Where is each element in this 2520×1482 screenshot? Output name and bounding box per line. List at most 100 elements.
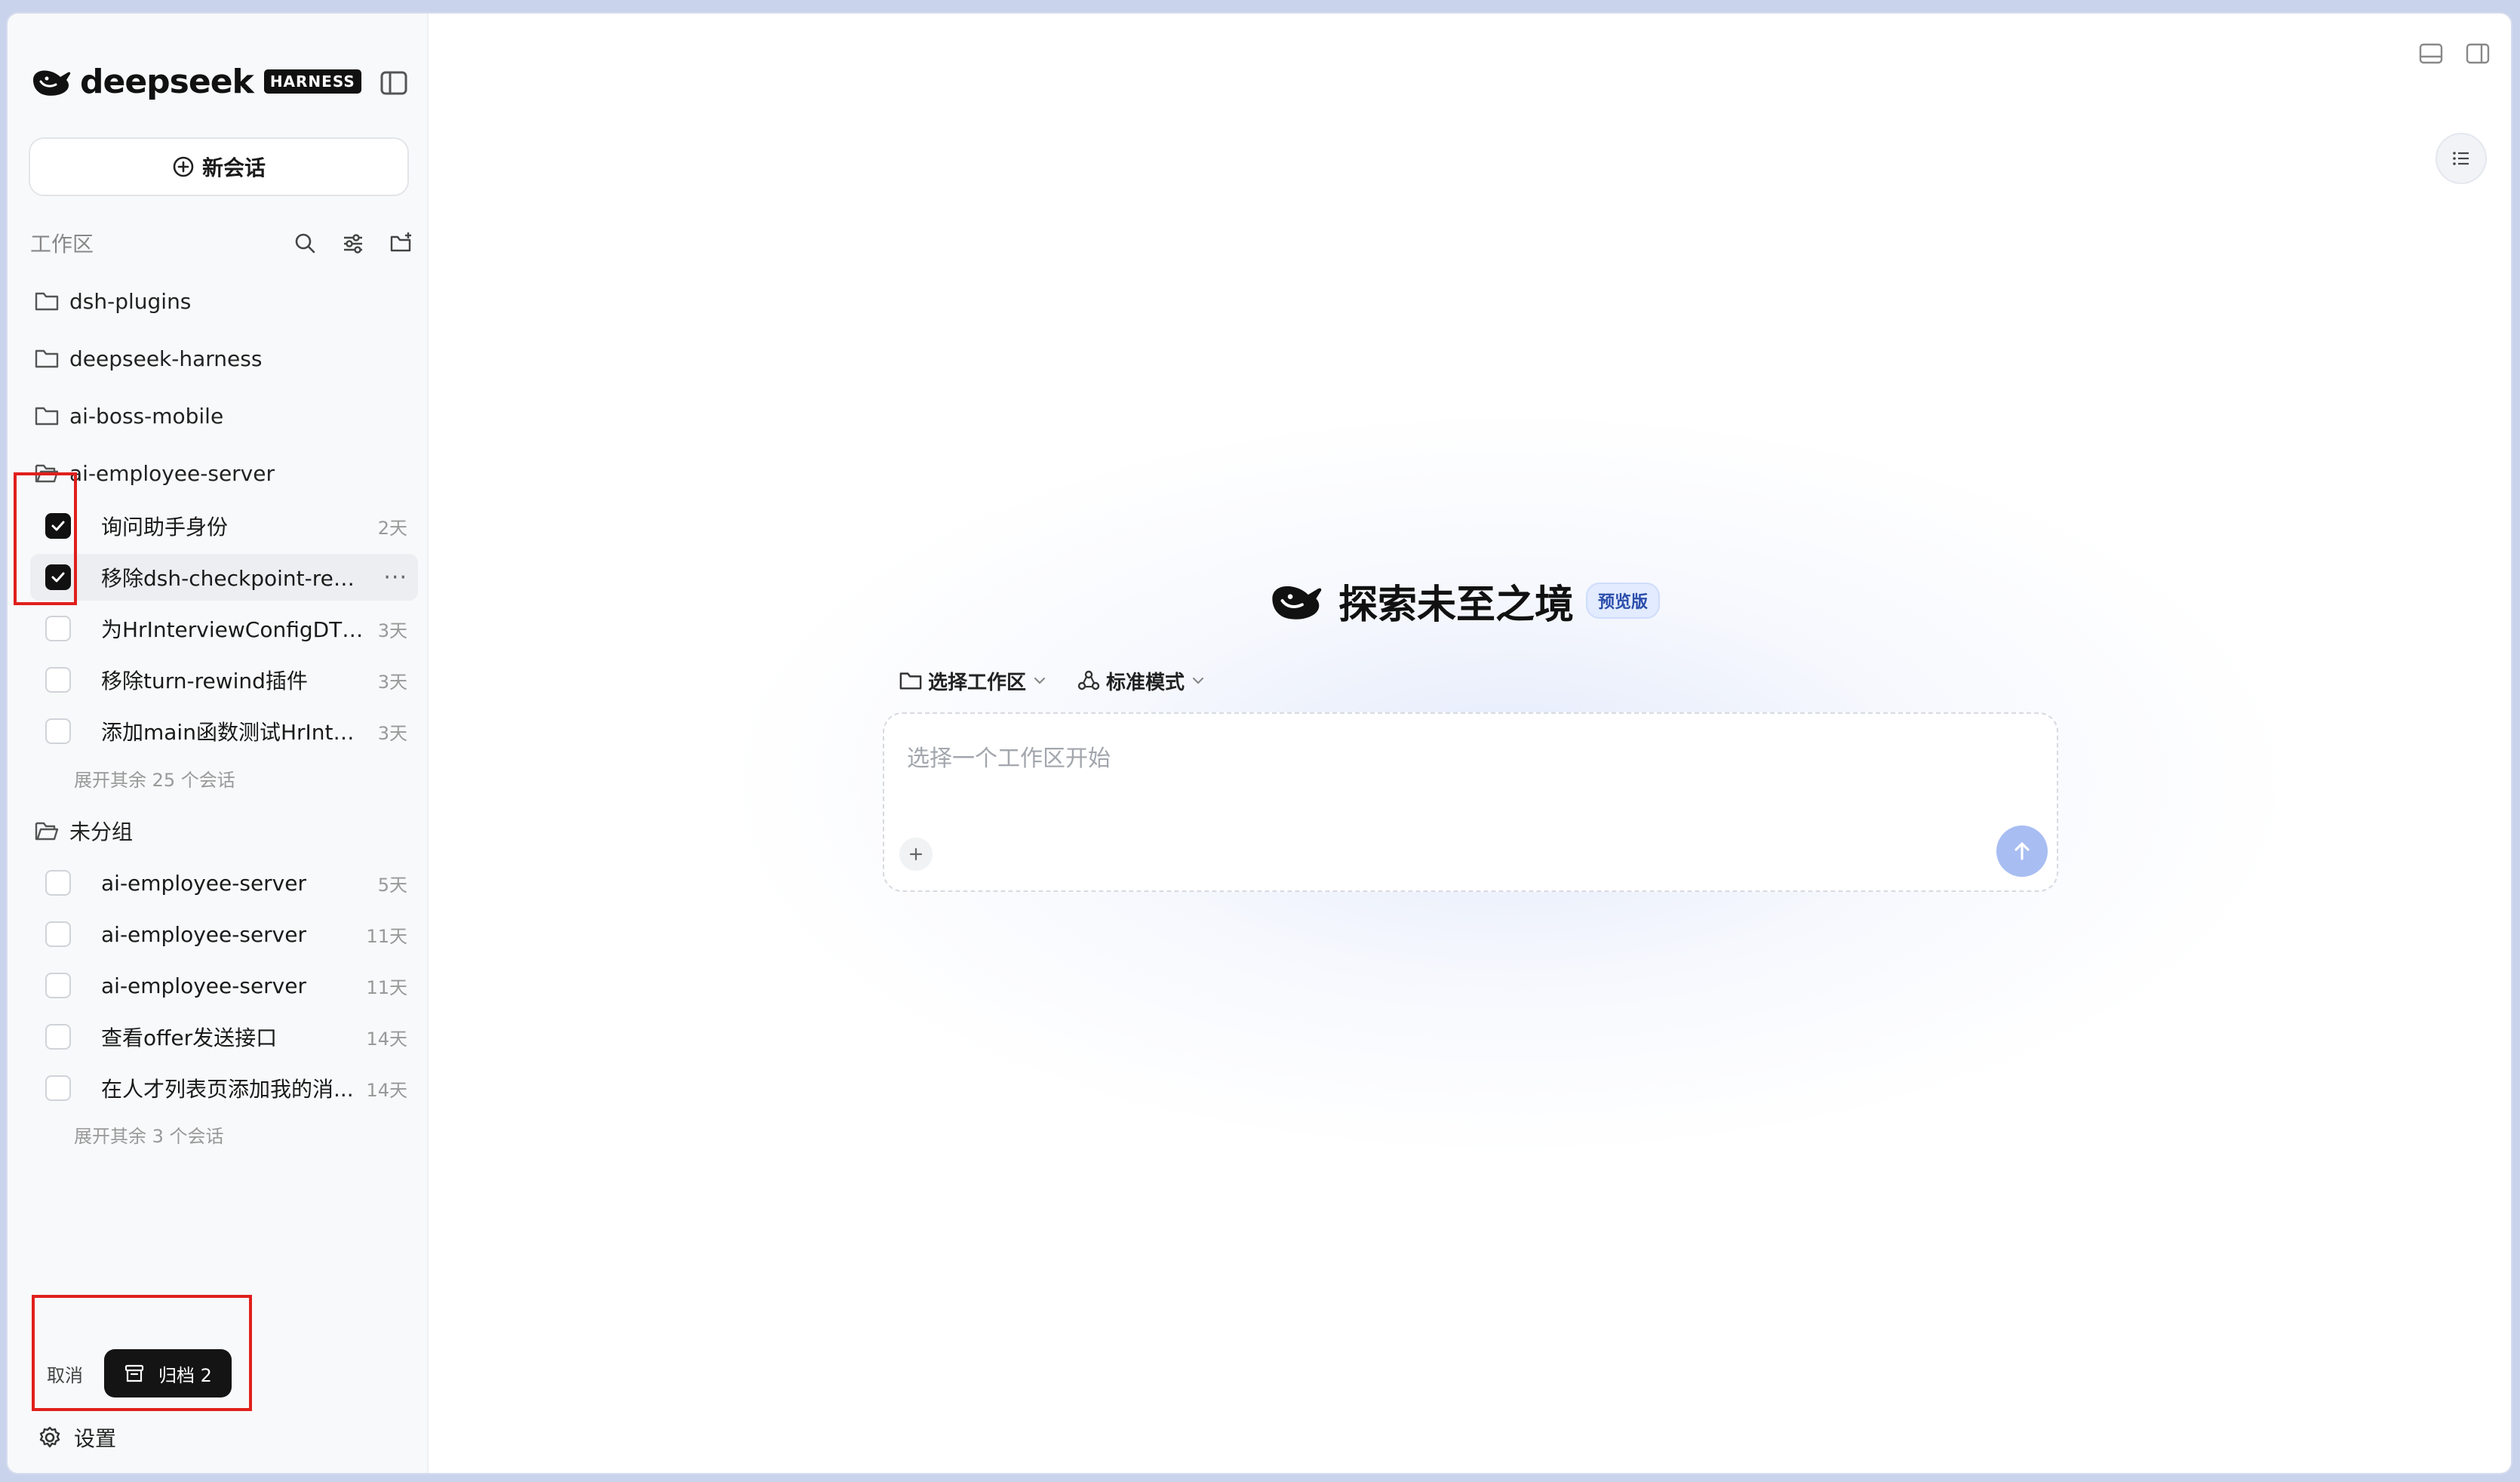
expand-more-link[interactable]: 展开其余 25 个会话: [74, 765, 235, 792]
conversation-title: 在人才列表页添加我的消...: [101, 1077, 354, 1102]
archive-icon: [124, 1364, 144, 1382]
conversation-checkbox[interactable]: [45, 616, 71, 641]
folder-icon: [35, 349, 59, 368]
conversation-checkbox[interactable]: [45, 1024, 71, 1050]
archive-label: 归档 2: [158, 1364, 212, 1386]
conversation-title: 移除turn-rewind插件: [101, 669, 308, 693]
conversation-age: 5天: [377, 874, 407, 896]
chevron-down-icon: [1034, 677, 1046, 684]
arrow-up-icon: [2014, 842, 2030, 860]
selection-action-bar: 取消 归档 2: [47, 1349, 232, 1397]
preview-badge: 预览版: [1586, 583, 1661, 619]
folder-ungrouped[interactable]: 未分组: [35, 812, 133, 850]
conversation-title: 询问助手身份: [101, 515, 229, 540]
attach-button[interactable]: [899, 838, 933, 871]
conversation-item[interactable]: 询问助手身份 2天: [30, 503, 418, 549]
conversation-title: 添加main函数测试HrInter...: [101, 720, 365, 745]
folder-icon: [35, 292, 59, 311]
folder-name: ai-employee-server: [69, 460, 275, 486]
composer-selectors: 选择工作区 标准模式: [899, 664, 1236, 697]
new-chat-label: 新会话: [201, 155, 266, 180]
plus-icon: [909, 847, 923, 861]
conversation-title: ai-employee-server: [101, 870, 306, 896]
conversation-item[interactable]: 为HrInterviewConfigDTO... 3天: [30, 605, 418, 652]
conversation-item[interactable]: 添加main函数测试HrInter... 3天: [30, 708, 418, 755]
conversation-checkbox[interactable]: [45, 870, 71, 896]
more-options-button[interactable]: ···: [383, 564, 407, 591]
conversation-title: ai-employee-server: [101, 973, 306, 998]
message-composer[interactable]: 选择一个工作区开始: [883, 712, 2058, 892]
folder-open-icon: [35, 822, 59, 841]
mode-selector[interactable]: 标准模式: [1077, 667, 1206, 695]
panel-right-icon[interactable]: [2466, 42, 2490, 65]
filter-icon: [344, 234, 362, 254]
search-icon: [295, 233, 315, 254]
settings-button[interactable]: 设置: [38, 1422, 116, 1453]
conversation-age: 3天: [377, 671, 407, 693]
expand-more-link[interactable]: 展开其余 3 个会话: [74, 1121, 224, 1148]
conversation-item[interactable]: 移除dsh-checkpoint-rewi... ···: [30, 554, 418, 601]
workspace-header: 工作区: [30, 226, 415, 260]
conversation-item[interactable]: ai-employee-server 11天: [30, 911, 418, 958]
conversation-item[interactable]: 移除turn-rewind插件 3天: [30, 656, 418, 703]
workspace-selector[interactable]: 选择工作区: [899, 667, 1047, 695]
app-window: deepseek HARNESS 新会话 工作区 dsh-plugins dee…: [8, 14, 2511, 1473]
folder-icon: [35, 407, 59, 426]
workspace-label: 工作区: [30, 232, 94, 257]
mode-icon: [1077, 670, 1100, 690]
conversation-age: 14天: [366, 1028, 407, 1050]
conversation-checkbox[interactable]: [45, 921, 71, 947]
conversation-age: 11天: [366, 976, 407, 998]
new-folder-icon: [390, 232, 411, 252]
folder-name: 未分组: [69, 819, 134, 844]
filter-button[interactable]: [340, 229, 367, 257]
conversation-item[interactable]: ai-employee-server 5天: [30, 859, 418, 906]
conversation-title: 移除dsh-checkpoint-rewi...: [101, 566, 365, 591]
whale-logo-icon: [33, 70, 71, 96]
conversation-item[interactable]: 在人才列表页添加我的消... 14天: [30, 1065, 418, 1112]
conversation-item[interactable]: 查看offer发送接口 14天: [30, 1013, 418, 1060]
conversation-title: 为HrInterviewConfigDTO...: [101, 617, 365, 642]
whale-logo-icon: [1272, 586, 1322, 620]
conversation-checkbox[interactable]: [45, 973, 71, 998]
settings-label: 设置: [74, 1426, 117, 1451]
hero-heading: 探索未至之境 预览版: [1268, 570, 1661, 631]
new-folder-button[interactable]: [388, 229, 415, 257]
brand-name: deepseek: [80, 62, 254, 101]
list-icon: [2453, 152, 2469, 165]
main-panel: 探索未至之境 预览版 选择工作区 标准模式 选择一个工作区开始: [430, 14, 2511, 1473]
outline-button[interactable]: [2435, 133, 2487, 184]
conversation-checkbox[interactable]: [45, 718, 71, 744]
folder-dsh-plugins[interactable]: dsh-plugins: [35, 282, 191, 320]
annotation-box-checkboxes: [14, 472, 77, 605]
cancel-button[interactable]: 取消: [47, 1361, 83, 1387]
conversation-age: 3天: [377, 620, 407, 641]
conversation-checkbox[interactable]: [45, 1075, 71, 1101]
chevron-down-icon: [1192, 677, 1204, 684]
conversation-title: ai-employee-server: [101, 921, 306, 947]
folder-deepseek-harness[interactable]: deepseek-harness: [35, 340, 262, 377]
folder-ai-boss-mobile[interactable]: ai-boss-mobile: [35, 397, 223, 435]
conversation-title: 查看offer发送接口: [101, 1025, 278, 1050]
folder-name: deepseek-harness: [69, 346, 263, 371]
folder-icon: [899, 672, 922, 690]
sidebar: deepseek HARNESS 新会话 工作区 dsh-plugins dee…: [8, 14, 429, 1473]
send-button[interactable]: [1996, 826, 2048, 877]
conversation-item[interactable]: ai-employee-server 11天: [30, 962, 418, 1009]
plus-circle-icon: [173, 156, 194, 177]
workspace-selector-label: 选择工作区: [928, 671, 1027, 694]
composer-input[interactable]: 选择一个工作区开始: [907, 739, 1111, 773]
conversation-age: 3天: [377, 722, 407, 744]
mode-selector-label: 标准模式: [1106, 671, 1185, 694]
new-chat-button[interactable]: 新会话: [29, 137, 409, 196]
gear-icon: [39, 1426, 60, 1448]
panel-bottom-icon[interactable]: [2419, 42, 2443, 65]
conversation-age: 2天: [377, 517, 407, 539]
conversation-checkbox[interactable]: [45, 667, 71, 693]
brand-badge: HARNESS: [263, 69, 361, 94]
hero-title: 探索未至之境: [1338, 582, 1575, 628]
conversation-age: 14天: [366, 1079, 407, 1101]
archive-button[interactable]: 归档 2: [104, 1349, 232, 1397]
sidebar-toggle-icon[interactable]: [380, 71, 407, 95]
search-button[interactable]: [291, 229, 318, 257]
